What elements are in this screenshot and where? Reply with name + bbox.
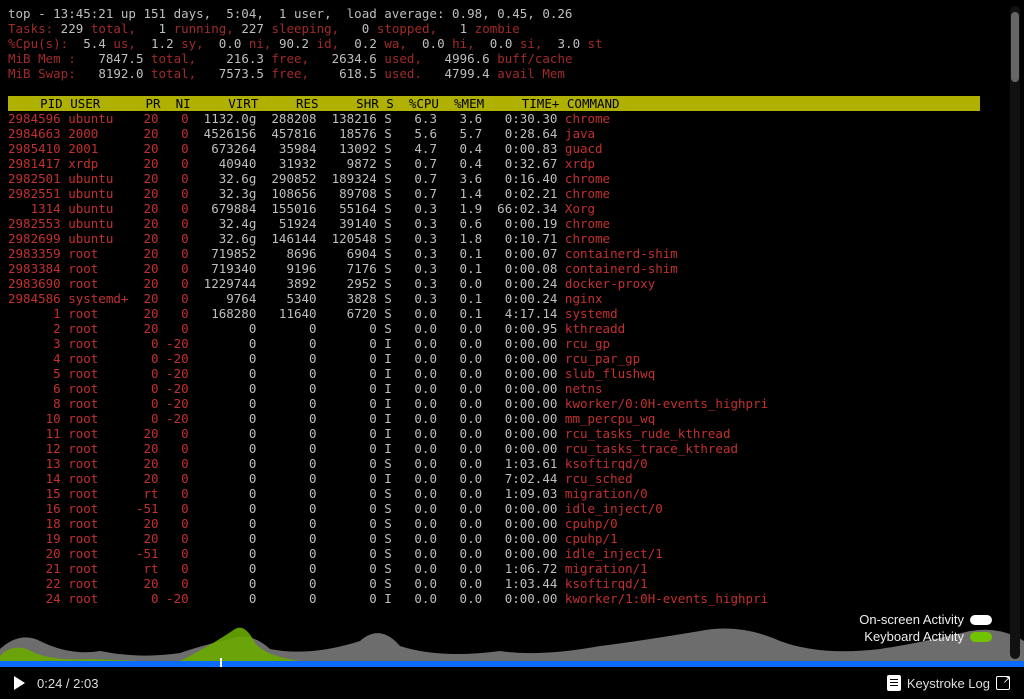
popout-icon [996,676,1010,690]
process-row: 6 root 0 -20 0 0 0 I 0.0 0.0 0:00.00 net… [8,381,1004,396]
process-table-body: 2984596 ubuntu 20 0 1132.0g 288208 13821… [8,111,1004,606]
process-row: 10 root 0 -20 0 0 0 I 0.0 0.0 0:00.00 mm… [8,411,1004,426]
scrollbar-thumb[interactable] [1011,12,1019,82]
top-summary-line: top - 13:45:21 up 151 days, 5:04, 1 user… [8,6,1004,21]
process-row: 8 root 0 -20 0 0 0 I 0.0 0.0 0:00.00 kwo… [8,396,1004,411]
process-row: 3 root 0 -20 0 0 0 I 0.0 0.0 0:00.00 rcu… [8,336,1004,351]
process-row: 2982699 ubuntu 20 0 32.6g 146144 120548 … [8,231,1004,246]
legend-keyboard-label: Keyboard Activity [864,629,964,644]
process-row: 16 root -51 0 0 0 0 S 0.0 0.0 0:00.00 id… [8,501,1004,516]
terminal-output: top - 13:45:21 up 151 days, 5:04, 1 user… [8,6,1004,606]
process-row: 2982551 ubuntu 20 0 32.3g 108656 89708 S… [8,186,1004,201]
process-row: 2983690 root 20 0 1229744 3892 2952 S 0.… [8,276,1004,291]
process-row: 2982553 ubuntu 20 0 32.4g 51924 39140 S … [8,216,1004,231]
process-row: 11 root 20 0 0 0 0 I 0.0 0.0 0:00.00 rcu… [8,426,1004,441]
tasks-line: Tasks: 229 total, 1 running, 227 sleepin… [8,21,1004,36]
process-row: 19 root 20 0 0 0 0 S 0.0 0.0 0:00.00 cpu… [8,531,1004,546]
playback-time: 0:24 / 2:03 [37,676,98,691]
process-row: 1314 ubuntu 20 0 679884 155016 55164 S 0… [8,201,1004,216]
process-row: 2984596 ubuntu 20 0 1132.0g 288208 13821… [8,111,1004,126]
process-row: 20 root -51 0 0 0 0 S 0.0 0.0 0:00.00 id… [8,546,1004,561]
process-row: 4 root 0 -20 0 0 0 I 0.0 0.0 0:00.00 rcu… [8,351,1004,366]
legend-keyboard-swatch [970,632,992,642]
play-button[interactable] [14,676,25,690]
process-row: 2983359 root 20 0 719852 8696 6904 S 0.3… [8,246,1004,261]
process-row: 14 root 20 0 0 0 0 I 0.0 0.0 7:02.44 rcu… [8,471,1004,486]
playback-controls: 0:24 / 2:03 Keystroke Log [0,667,1024,699]
document-icon [887,675,901,691]
process-row: 2984586 systemd+ 20 0 9764 5340 3828 S 0… [8,291,1004,306]
activity-legend: On-screen Activity Keyboard Activity [859,610,992,644]
process-row: 15 root rt 0 0 0 0 S 0.0 0.0 1:09.03 mig… [8,486,1004,501]
process-row: 12 root 20 0 0 0 0 I 0.0 0.0 0:00.00 rcu… [8,441,1004,456]
mem-line: MiB Mem : 7847.5 total, 216.3 free, 2634… [8,51,1004,66]
process-row: 1 root 20 0 168280 11640 6720 S 0.0 0.1 … [8,306,1004,321]
process-row: 2982501 ubuntu 20 0 32.6g 290852 189324 … [8,171,1004,186]
cpu-line: %Cpu(s): 5.4 us, 1.2 sy, 0.0 ni, 90.2 id… [8,36,1004,51]
process-row: 13 root 20 0 0 0 0 S 0.0 0.0 1:03.61 kso… [8,456,1004,471]
process-row: 2981417 xrdp 20 0 40940 31932 9872 S 0.7… [8,156,1004,171]
keystroke-log-button[interactable]: Keystroke Log [887,675,1010,691]
process-row: 18 root 20 0 0 0 0 S 0.0 0.0 0:00.00 cpu… [8,516,1004,531]
legend-screen-swatch [970,615,992,625]
process-row: 2984663 2000 20 0 4526156 457816 18576 S… [8,126,1004,141]
process-row: 2985410 2001 20 0 673264 35984 13092 S 4… [8,141,1004,156]
process-row: 22 root 20 0 0 0 0 S 0.0 0.0 1:03.44 kso… [8,576,1004,591]
swap-line: MiB Swap: 8192.0 total, 7573.5 free, 618… [8,66,1004,81]
process-row: 21 root rt 0 0 0 0 S 0.0 0.0 1:06.72 mig… [8,561,1004,576]
legend-screen-label: On-screen Activity [859,612,964,627]
process-row: 5 root 0 -20 0 0 0 I 0.0 0.0 0:00.00 slu… [8,366,1004,381]
vertical-scrollbar[interactable] [1010,6,1020,659]
process-table-header: PID USER PR NI VIRT RES SHR S %CPU %MEM … [8,96,980,111]
process-row: 2983384 root 20 0 719340 9196 7176 S 0.3… [8,261,1004,276]
process-row: 2 root 20 0 0 0 0 S 0.0 0.0 0:00.95 kthr… [8,321,1004,336]
